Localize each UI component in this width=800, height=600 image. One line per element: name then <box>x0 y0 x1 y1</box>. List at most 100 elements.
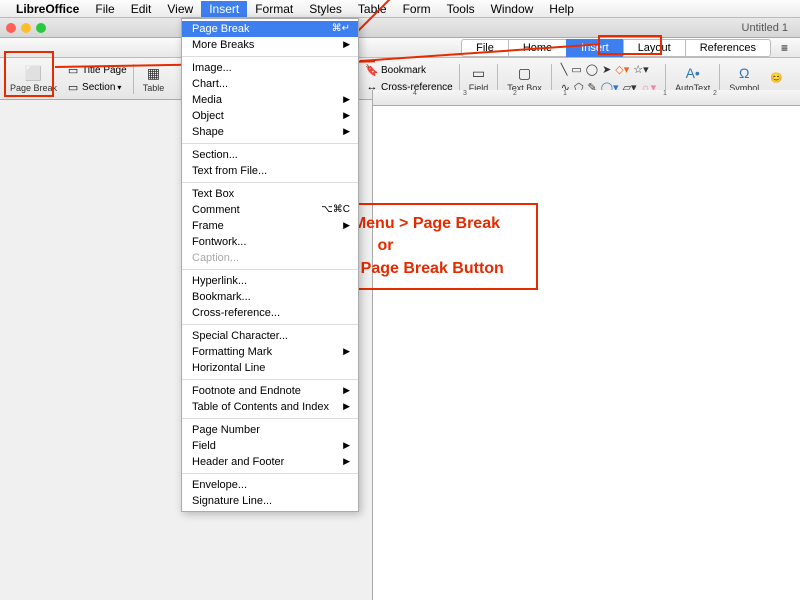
menu-item-more-breaks[interactable]: More Breaks▶ <box>182 37 358 53</box>
menu-insert[interactable]: Insert <box>201 1 247 17</box>
submenu-arrow-icon: ▶ <box>343 220 350 231</box>
menu-item-comment[interactable]: Comment⌥⌘C <box>182 202 358 218</box>
horizontal-ruler[interactable]: 4 3 2 1 1 2 <box>373 90 800 106</box>
page-canvas[interactable] <box>373 106 800 600</box>
menu-item-chart[interactable]: Chart... <box>182 76 358 92</box>
menu-item-special-char[interactable]: Special Character... <box>182 328 358 344</box>
table-icon: ▦ <box>144 64 162 82</box>
menu-tools[interactable]: Tools <box>439 1 483 17</box>
annotation-highlight-insert-tab <box>598 35 662 55</box>
submenu-arrow-icon: ▶ <box>343 39 350 50</box>
menu-item-crossref[interactable]: Cross-reference... <box>182 305 358 321</box>
menu-separator <box>182 473 358 474</box>
textbox-icon: ▢ <box>515 64 533 82</box>
menu-item-shape[interactable]: Shape▶ <box>182 124 358 140</box>
document-area: 4 3 2 1 1 2 <box>372 90 800 600</box>
submenu-arrow-icon: ▶ <box>343 126 350 137</box>
menu-edit[interactable]: Edit <box>123 1 160 17</box>
menu-item-object[interactable]: Object▶ <box>182 108 358 124</box>
menu-item-signature[interactable]: Signature Line... <box>182 493 358 509</box>
autotext-icon: A• <box>684 64 702 82</box>
menu-separator <box>182 269 358 270</box>
tab-references[interactable]: References <box>685 39 771 57</box>
ruler-mark: 2 <box>713 90 717 97</box>
menu-item-footnote[interactable]: Footnote and Endnote▶ <box>182 383 358 399</box>
submenu-arrow-icon: ▶ <box>343 110 350 121</box>
menu-form[interactable]: Form <box>395 1 439 17</box>
submenu-arrow-icon: ▶ <box>343 94 350 105</box>
submenu-arrow-icon: ▶ <box>343 346 350 357</box>
ruler-mark: 1 <box>663 90 667 97</box>
comment-shortcut: ⌥⌘C <box>321 204 350 215</box>
ruler-mark: 1 <box>563 90 567 97</box>
arrow-shape-icon[interactable]: ➤ <box>602 63 611 76</box>
dropdown-arrow-icon: ▾ <box>117 83 121 92</box>
submenu-arrow-icon: ▶ <box>343 401 350 412</box>
separator <box>497 64 498 94</box>
menu-item-section[interactable]: Section... <box>182 147 358 163</box>
document-title: Untitled 1 <box>742 22 788 34</box>
line-shape-icon[interactable]: ╲ <box>561 63 568 76</box>
separator <box>551 64 552 94</box>
menu-format[interactable]: Format <box>247 1 301 17</box>
submenu-arrow-icon: ▶ <box>343 440 350 451</box>
menu-window[interactable]: Window <box>483 1 542 17</box>
menu-separator <box>182 143 358 144</box>
symbol-icon: Ω <box>735 64 753 82</box>
menu-help[interactable]: Help <box>541 1 582 17</box>
star-shape-icon[interactable]: ☆▾ <box>633 63 648 76</box>
table-label: Table <box>143 83 165 93</box>
separator <box>665 64 666 94</box>
menu-item-page-number[interactable]: Page Number <box>182 422 358 438</box>
menu-item-page-break[interactable]: Page Break ⌘↵ <box>182 21 358 37</box>
rect-shape-icon[interactable]: ▭ <box>571 63 581 76</box>
minimize-window-icon[interactable] <box>21 23 31 33</box>
shapes-row-1: ╲ ▭ ◯ ➤ ◇▾ ☆▾ <box>557 61 660 78</box>
menu-item-bookmark[interactable]: Bookmark... <box>182 289 358 305</box>
submenu-arrow-icon: ▶ <box>343 456 350 467</box>
close-window-icon[interactable] <box>6 23 16 33</box>
bookmark-button[interactable]: 🔖 Bookmark <box>362 62 456 78</box>
menu-item-envelope[interactable]: Envelope... <box>182 477 358 493</box>
menu-item-text-from-file[interactable]: Text from File... <box>182 163 358 179</box>
page-break-text: Page Break <box>192 23 249 35</box>
menu-item-formatting-mark[interactable]: Formatting Mark▶ <box>182 344 358 360</box>
menu-item-hyperlink[interactable]: Hyperlink... <box>182 273 358 289</box>
section-label: Section <box>82 82 115 93</box>
ruler-mark: 4 <box>413 90 417 97</box>
insert-dropdown-menu: Page Break ⌘↵ More Breaks▶ Image... Char… <box>181 18 359 512</box>
menu-separator <box>182 379 358 380</box>
bookmark-label: Bookmark <box>381 65 426 76</box>
menu-item-textbox[interactable]: Text Box <box>182 186 358 202</box>
menu-item-frame[interactable]: Frame▶ <box>182 218 358 234</box>
menu-item-header-footer[interactable]: Header and Footer▶ <box>182 454 358 470</box>
app-name[interactable]: LibreOffice <box>16 2 79 16</box>
macos-menubar: LibreOffice File Edit View Insert Format… <box>0 0 800 18</box>
menu-arrow-icon[interactable]: ≡ <box>777 41 792 55</box>
menu-separator <box>182 182 358 183</box>
menu-item-caption: Caption... <box>182 250 358 266</box>
bookmark-icon: 🔖 <box>365 63 379 77</box>
ruler-mark: 2 <box>513 90 517 97</box>
menu-file[interactable]: File <box>87 1 122 17</box>
separator <box>133 64 134 94</box>
menu-separator <box>182 324 358 325</box>
section-icon: ▭ <box>66 80 80 94</box>
menu-item-image[interactable]: Image... <box>182 60 358 76</box>
menu-item-fontwork[interactable]: Fontwork... <box>182 234 358 250</box>
menu-item-field[interactable]: Field▶ <box>182 438 358 454</box>
menu-styles[interactable]: Styles <box>301 1 350 17</box>
menu-item-horizontal-line[interactable]: Horizontal Line <box>182 360 358 376</box>
field-icon: ▭ <box>469 64 487 82</box>
menu-item-toc[interactable]: Table of Contents and Index▶ <box>182 399 358 415</box>
menu-separator <box>182 418 358 419</box>
menu-view[interactable]: View <box>159 1 201 17</box>
menu-item-media[interactable]: Media▶ <box>182 92 358 108</box>
zoom-window-icon[interactable] <box>36 23 46 33</box>
diamond-shape-icon[interactable]: ◇▾ <box>615 63 629 76</box>
emoji-icon[interactable]: 😊 <box>769 72 783 86</box>
ellipse-shape-icon[interactable]: ◯ <box>586 63 598 76</box>
annotation-highlight-page-break-button <box>4 51 54 97</box>
ruler-mark: 3 <box>463 90 467 97</box>
section-button[interactable]: ▭ Section ▾ <box>63 79 130 95</box>
